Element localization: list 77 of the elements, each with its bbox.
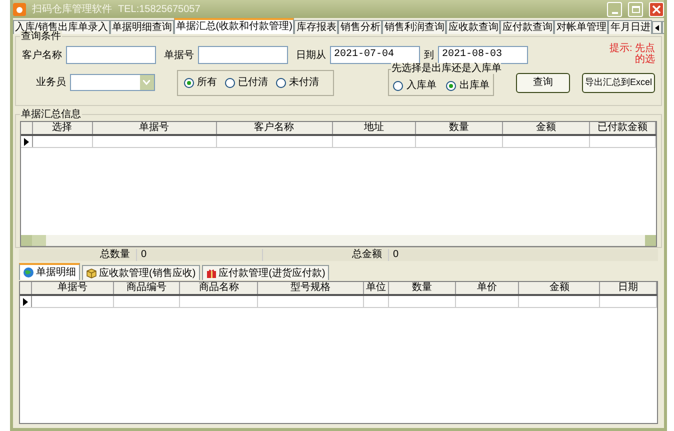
row-pointer-icon xyxy=(22,298,28,306)
radio-label: 已付清 xyxy=(238,76,268,90)
tab[interactable]: 应付款管理(进货应付款) xyxy=(202,265,330,280)
radio-button[interactable] xyxy=(224,78,235,88)
group-legend: 先选择是出库还是入库单 xyxy=(391,63,502,74)
radio-button[interactable] xyxy=(276,78,286,88)
column-header: 金额 xyxy=(503,122,590,134)
scroll-left-icon xyxy=(21,235,32,246)
group-legend: 单据汇总信息 xyxy=(20,109,82,120)
total-label: 总金额 xyxy=(263,249,389,261)
radio-label: 出库单 xyxy=(459,78,490,93)
box-icon xyxy=(86,268,97,278)
column-header: 数量 xyxy=(389,282,456,294)
column-header: 已付款金额 xyxy=(590,122,656,134)
column-header: 金额 xyxy=(519,282,600,294)
tab[interactable]: 单据明细 xyxy=(19,263,80,280)
radio-label: 入库单 xyxy=(406,78,436,93)
export-button[interactable]: 导出汇总到Excel xyxy=(582,72,655,92)
tab[interactable]: 应收款查询 xyxy=(446,20,500,34)
tab[interactable]: 销售利润查询 xyxy=(382,20,446,34)
radio-button[interactable] xyxy=(393,80,404,90)
column-header: 客户名称 xyxy=(216,122,333,134)
row-pointer-icon xyxy=(24,138,29,146)
field-label: 单据号 xyxy=(164,48,194,62)
document-number-field[interactable] xyxy=(198,46,288,64)
close-icon xyxy=(652,4,661,14)
close-button[interactable] xyxy=(649,2,664,16)
total-label: 总数量 xyxy=(19,249,137,261)
column-header: 商品名称 xyxy=(180,282,258,294)
field-label: 日期从 xyxy=(296,48,326,62)
column-header: 日期 xyxy=(600,282,658,294)
globe-icon xyxy=(23,267,34,278)
tab[interactable]: 应付款查询 xyxy=(500,20,554,34)
gift-icon xyxy=(206,268,217,278)
window-title: 扫码仓库管理软件 xyxy=(32,2,112,16)
column-header: 选择 xyxy=(32,122,93,134)
date-field[interactable]: 2021-07-04 xyxy=(330,46,420,64)
radio-label: 未付清 xyxy=(288,76,319,90)
window-phone: TEL:15825675057 xyxy=(118,2,200,16)
horizontal-scrollbar[interactable] xyxy=(21,235,656,246)
column-header: 商品编号 xyxy=(114,282,180,294)
column-header: 地址 xyxy=(332,122,416,134)
column-header: 单价 xyxy=(456,282,520,294)
customer-field[interactable] xyxy=(66,46,156,64)
tab[interactable]: 年月日进 xyxy=(608,20,652,34)
total-value: 0 xyxy=(137,249,263,261)
scroll-thumb[interactable] xyxy=(32,235,46,246)
column-header: 单位 xyxy=(364,282,390,294)
field-label: 到 xyxy=(424,48,434,62)
maximize-button[interactable] xyxy=(628,2,643,16)
scroll-right-icon xyxy=(645,235,656,246)
app-icon xyxy=(13,2,26,16)
group-legend: 查询条件 xyxy=(20,31,62,42)
hint-text: 提示: 先点 xyxy=(609,43,655,54)
tab[interactable]: 库存报表 xyxy=(294,20,338,34)
tab[interactable]: 销售分析 xyxy=(338,20,382,34)
hint-text: 的选 xyxy=(634,54,655,65)
scroll-left-button[interactable] xyxy=(652,21,662,34)
total-value: 0 xyxy=(392,249,399,261)
column-header: 单据号 xyxy=(32,282,114,294)
tab[interactable]: 对帐单管理 xyxy=(554,20,608,34)
minimize-button[interactable] xyxy=(607,2,622,16)
column-header: 数量 xyxy=(416,122,504,134)
salesperson-dropdown[interactable] xyxy=(70,74,155,91)
column-header: 型号规格 xyxy=(258,282,364,294)
tab[interactable]: 应收款管理(销售应收) xyxy=(82,265,200,280)
field-label: 业务员 xyxy=(36,76,66,90)
date-field[interactable]: 2021-08-03 xyxy=(438,46,528,64)
radio-button[interactable] xyxy=(184,78,194,88)
column-header: 单据号 xyxy=(92,122,217,134)
radio-button[interactable] xyxy=(446,80,456,90)
tab[interactable]: 单据明细查询 xyxy=(110,20,174,34)
tab[interactable]: 单据汇总(收款和付款管理) xyxy=(174,18,294,34)
radio-label: 所有 xyxy=(196,76,217,90)
field-label: 客户名称 xyxy=(22,48,62,62)
left-arrow-icon xyxy=(655,24,660,30)
query-button[interactable]: 查询 xyxy=(516,72,570,92)
